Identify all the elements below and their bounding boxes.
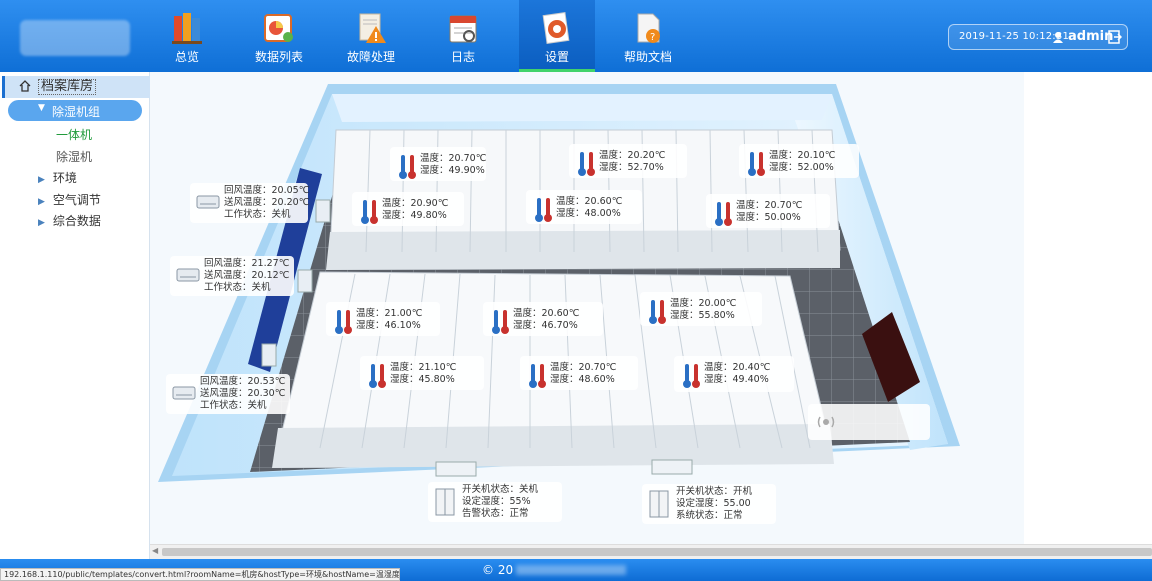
- thermometer-icon: [748, 152, 765, 176]
- sensor-card[interactable]: 温度：20.60℃ 湿度：46.70%: [483, 302, 603, 336]
- sensor-card[interactable]: 温度：21.00℃ 湿度：46.10%: [326, 302, 440, 336]
- caret-down-icon: ▼: [38, 103, 45, 113]
- sidebar-item-summary[interactable]: ▶ 综合数据: [38, 212, 101, 229]
- warning-doc-icon: [359, 13, 386, 43]
- sensor-card[interactable]: 温度：20.20℃ 湿度：52.70%: [569, 144, 687, 178]
- thermometer-icon: [492, 310, 509, 334]
- sidebar-item-allinone[interactable]: 一体机: [56, 126, 92, 143]
- sidebar-item-environment[interactable]: ▶ 环境: [38, 169, 77, 186]
- sensor-card[interactable]: 温度：20.40℃ 湿度：49.40%: [674, 356, 794, 392]
- thermometer-icon: [529, 364, 546, 388]
- leak-sensor-card[interactable]: [808, 404, 930, 440]
- thermometer-icon: [369, 364, 386, 388]
- sensor-card[interactable]: 温度：20.00℃ 湿度：55.80%: [640, 292, 762, 326]
- signal-icon: [817, 416, 835, 428]
- svg-text:?: ?: [650, 32, 655, 43]
- dehumidifier-icon: [435, 488, 455, 516]
- room-3d-view: 温度：20.70℃ 湿度：49.90% 温度：20.20℃ 湿度：52.70% 温度…: [150, 72, 1024, 544]
- books-icon: [172, 13, 202, 44]
- sidebar: 档案库房 ▼ 除湿机组 一体机 除湿机 ▶ 环境 ▶ 空气调节 ▶ 综合数据: [0, 72, 150, 559]
- right-pane: [1024, 72, 1152, 544]
- nav-help[interactable]: ? 帮助文档: [610, 0, 686, 72]
- sensor-card[interactable]: 温度：20.60℃ 湿度：48.00%: [526, 190, 642, 224]
- nav-help-label: 帮助文档: [623, 50, 672, 64]
- nav-fault[interactable]: 故障处理: [333, 0, 409, 72]
- air-conditioner-icon: [176, 268, 200, 282]
- chart-board-icon: [264, 14, 293, 42]
- dehumidifier-icon: [649, 490, 669, 518]
- footer-blurred-text: [516, 565, 626, 575]
- status-url: 192.168.1.110/public/templates/convert.h…: [0, 568, 400, 581]
- thermometer-icon: [399, 155, 416, 179]
- sensor-card[interactable]: 温度：21.10℃ 湿度：45.80%: [360, 356, 484, 390]
- sensor-card[interactable]: 温度：20.70℃ 湿度：49.90%: [390, 147, 486, 181]
- user-panel: 2019-11-25 10:12:31 admin: [948, 24, 1128, 50]
- ac-unit-card[interactable]: 回风温度：20.05℃ 送风温度：20.20℃ 工作状态：关机: [190, 183, 309, 223]
- sidebar-item-aircon[interactable]: ▶ 空气调节: [38, 191, 101, 208]
- thermometer-icon: [578, 152, 595, 176]
- sidebar-root[interactable]: 档案库房: [2, 76, 150, 98]
- ac-unit-card[interactable]: 回风温度：21.27℃ 送风温度：20.12℃ 工作状态：关机: [170, 256, 294, 296]
- home-icon: [19, 80, 31, 92]
- gear-icon: [542, 12, 570, 44]
- scroll-left-icon[interactable]: ◀: [152, 546, 158, 555]
- nav-settings-label: 设置: [544, 50, 569, 64]
- thermometer-icon: [683, 364, 700, 388]
- nav-overview[interactable]: 总览: [149, 0, 225, 72]
- sensor-card[interactable]: 温度：20.90℃ 湿度：49.80%: [352, 192, 464, 226]
- thermometer-icon: [535, 198, 552, 222]
- air-conditioner-icon: [196, 195, 220, 209]
- logout-icon[interactable]: [1108, 30, 1122, 44]
- nav-datalist-label: 数据列表: [254, 50, 303, 64]
- scrollbar-thumb[interactable]: [162, 548, 1152, 556]
- sidebar-item-dehumidifier[interactable]: 除湿机: [56, 148, 92, 165]
- help-doc-icon: ?: [637, 13, 660, 43]
- sensor-card[interactable]: 温度：20.10℃ 湿度：52.00%: [739, 144, 859, 178]
- logo: [20, 20, 130, 56]
- caret-right-icon: ▶: [38, 218, 45, 228]
- nav-log[interactable]: 日志: [425, 0, 501, 72]
- sidebar-group-label: 除湿机组: [52, 105, 101, 119]
- nav-datalist[interactable]: 数据列表: [241, 0, 317, 72]
- ac-unit-card[interactable]: 回风温度：20.53℃ 送风温度：20.30℃ 工作状态：关机: [166, 374, 290, 414]
- sensor-card[interactable]: 温度：20.70℃ 湿度：50.00%: [706, 194, 830, 228]
- copyright: © 20: [482, 563, 514, 577]
- nav-log-label: 日志: [450, 50, 475, 64]
- thermometer-icon: [715, 202, 732, 226]
- sidebar-group-dehumid[interactable]: ▼ 除湿机组: [8, 100, 142, 121]
- username[interactable]: admin: [1068, 29, 1113, 44]
- top-header: 总览 数据列表 故障处理 日志 设置 ? 帮助文档 2019-11-25 10:…: [0, 0, 1152, 72]
- dehumidifier-card[interactable]: 开关机状态：开机 设定湿度：55.00 系统状态：正常: [642, 484, 776, 524]
- thermometer-icon: [361, 200, 378, 224]
- caret-right-icon: ▶: [38, 175, 45, 185]
- sensor-card[interactable]: 温度：20.70℃ 湿度：48.60%: [520, 356, 638, 390]
- dehumidifier-card[interactable]: 开关机状态：关机 设定湿度：55% 告警状态：正常: [428, 482, 562, 522]
- nav-fault-label: 故障处理: [346, 50, 395, 64]
- thermometer-icon: [649, 300, 666, 324]
- nav-overview-label: 总览: [174, 50, 199, 64]
- calendar-icon: [449, 15, 477, 43]
- sidebar-root-label: 档案库房: [38, 79, 97, 95]
- nav-settings[interactable]: 设置: [519, 0, 595, 72]
- caret-right-icon: ▶: [38, 197, 45, 207]
- user-icon: [1053, 32, 1063, 43]
- horizontal-scrollbar[interactable]: ◀: [150, 544, 1152, 559]
- air-conditioner-icon: [172, 386, 196, 400]
- thermometer-icon: [335, 310, 352, 334]
